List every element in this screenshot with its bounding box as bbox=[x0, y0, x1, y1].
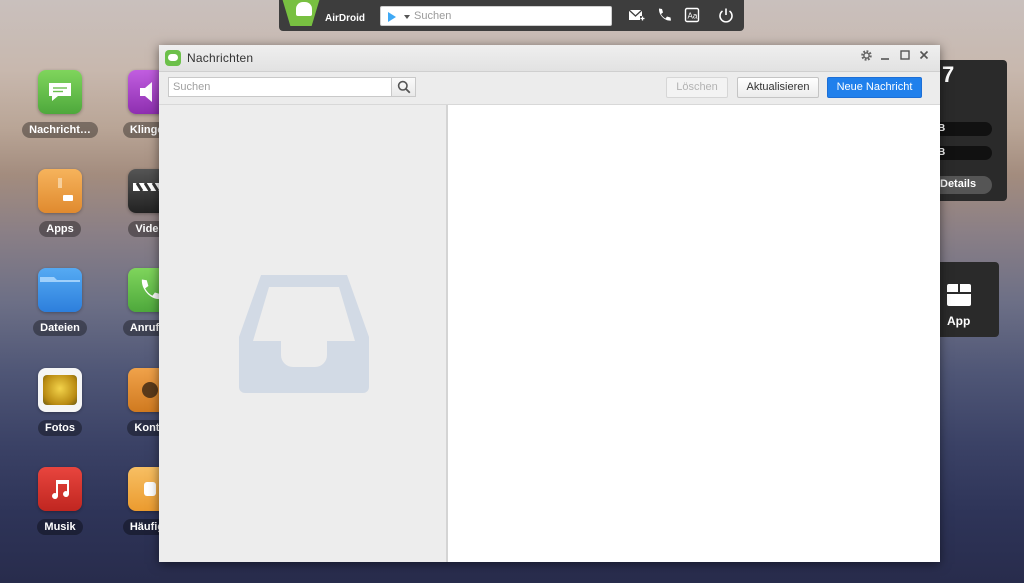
desktop-icon-label[interactable]: Musik bbox=[37, 519, 83, 535]
android-icon bbox=[296, 2, 312, 16]
desktop-icon-label[interactable]: Dateien bbox=[33, 320, 87, 336]
device-info-widget: 7 B B Details bbox=[930, 60, 1007, 201]
desktop-icon-photos[interactable]: Fotos bbox=[20, 368, 100, 436]
delete-button[interactable]: Löschen bbox=[666, 77, 728, 98]
search-button[interactable] bbox=[391, 77, 416, 97]
desktop-icon-music[interactable]: Musik bbox=[20, 467, 100, 535]
mail-add-icon[interactable] bbox=[628, 7, 646, 26]
messages-icon[interactable] bbox=[38, 70, 82, 114]
settings-icon[interactable] bbox=[858, 49, 874, 65]
details-label[interactable]: Details bbox=[940, 178, 976, 190]
chevron-down-icon[interactable] bbox=[404, 15, 410, 19]
airdroid-logo bbox=[282, 0, 320, 26]
music-icon[interactable] bbox=[38, 467, 82, 511]
svg-text:Aa: Aa bbox=[688, 12, 698, 21]
new-message-button[interactable]: Neue Nachricht bbox=[827, 77, 922, 98]
messages-app-icon bbox=[165, 50, 181, 66]
desktop-icon-label[interactable]: Fotos bbox=[38, 420, 82, 436]
messages-toolbar: Löschen Aktualisieren Neue Nachricht bbox=[159, 72, 940, 105]
refresh-button[interactable]: Aktualisieren bbox=[737, 77, 819, 98]
app-box-icon[interactable] bbox=[947, 284, 971, 306]
brand-name: AirDroid bbox=[325, 13, 365, 24]
font-icon[interactable]: Aa bbox=[683, 7, 701, 26]
desktop-icon-label[interactable]: Nachricht… bbox=[22, 122, 98, 138]
messages-search-input[interactable] bbox=[168, 77, 391, 97]
top-search-box[interactable]: Suchen bbox=[380, 6, 612, 26]
desktop-icon-messages[interactable]: Nachricht… bbox=[20, 70, 100, 138]
desktop-icon-apps[interactable]: Apps bbox=[20, 169, 100, 237]
app-widget[interactable]: App bbox=[930, 262, 999, 337]
conversation-list-pane bbox=[159, 105, 448, 562]
search-icon[interactable] bbox=[397, 80, 411, 94]
messages-window: Nachrichten Löschen Aktualisieren Neue N… bbox=[159, 45, 940, 562]
empty-inbox-icon bbox=[239, 275, 369, 398]
desktop-icon-files[interactable]: Dateien bbox=[20, 268, 100, 336]
minimize-icon[interactable] bbox=[877, 49, 893, 65]
window-titlebar[interactable]: Nachrichten bbox=[159, 45, 940, 72]
play-store-icon[interactable] bbox=[388, 12, 396, 22]
airdroid-top-bar: AirDroid Suchen Aa bbox=[279, 0, 744, 31]
phone-icon[interactable] bbox=[655, 7, 673, 26]
photos-icon[interactable] bbox=[38, 368, 82, 412]
folder-icon[interactable] bbox=[38, 268, 82, 312]
top-search-placeholder[interactable]: Suchen bbox=[414, 10, 451, 22]
power-icon[interactable] bbox=[717, 7, 735, 26]
apps-box-icon[interactable] bbox=[38, 169, 82, 213]
close-icon[interactable] bbox=[916, 49, 932, 65]
widget-number: 7 bbox=[942, 62, 955, 87]
window-title: Nachrichten bbox=[187, 51, 254, 65]
app-widget-label[interactable]: App bbox=[947, 314, 970, 328]
maximize-icon[interactable] bbox=[897, 49, 913, 65]
desktop-icon-label[interactable]: Apps bbox=[39, 221, 81, 237]
message-detail-pane bbox=[448, 105, 940, 562]
